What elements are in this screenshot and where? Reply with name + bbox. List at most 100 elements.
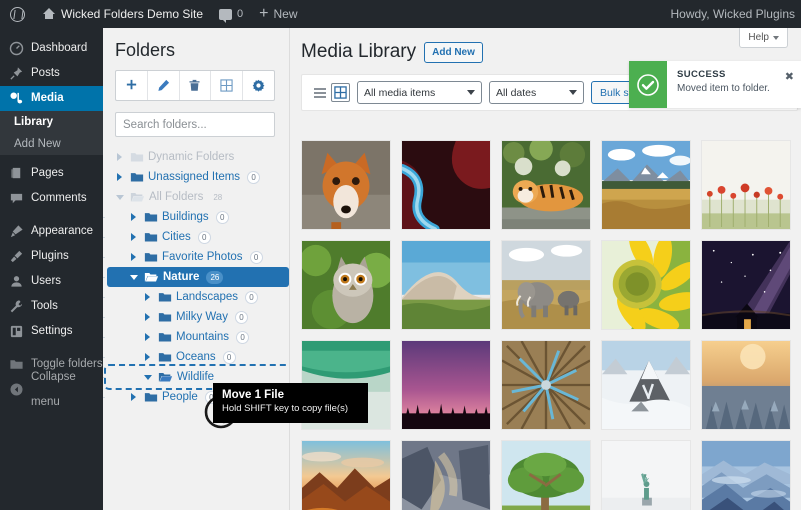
media-item-purple-sunset-photo[interactable] [401,340,491,430]
media-item-big-tree-photo[interactable] [501,440,591,510]
collapse-menu-button[interactable]: Collapse menu [0,371,103,408]
sidebar-item-media-library[interactable]: Library [0,111,103,133]
expand-toggle[interactable] [141,293,154,301]
collapse-toggle[interactable] [127,274,140,280]
media-item-mountain-meadow-photo[interactable] [601,140,691,230]
media-type-filter-select[interactable]: All media items [357,81,482,104]
media-item-milky-way-barn-photo[interactable] [701,240,791,330]
date-filter-select[interactable]: All dates [489,81,584,104]
plus-icon [126,79,137,90]
expand-toggle[interactable] [127,213,140,221]
add-new-media-button[interactable]: Add New [424,41,483,63]
delete-folder-button[interactable] [180,71,212,100]
sidebar-item-settings[interactable]: Settings [0,319,103,344]
expand-toggle[interactable] [113,173,126,181]
media-item-sunflower-photo[interactable] [601,240,691,330]
grid-view-button[interactable] [331,83,350,102]
folder-node-cities[interactable]: Cities 0 [103,227,289,247]
folder-node-nature[interactable]: Nature 26 [103,267,289,287]
media-item-poppy-field-photo[interactable] [701,140,791,230]
media-item-fjord-photo[interactable] [401,440,491,510]
media-item-snow-peak-photo[interactable] [601,340,691,430]
sidebar-label: Dashboard [31,42,88,54]
folder-toggle-icon [9,357,24,372]
media-item-aerial-winter-forest-photo[interactable] [501,340,591,430]
folder-node-all-folders[interactable]: All Folders 28 [107,187,289,207]
open-folder-icon [130,193,145,202]
add-folder-button[interactable] [116,71,148,100]
folder-node-buildings[interactable]: Buildings 0 [103,207,289,227]
organize-folders-button[interactable] [211,71,244,100]
magic-folder-icon [130,153,144,162]
folder-label: Milky Way [176,311,228,323]
expand-toggle[interactable] [127,393,140,401]
howdy-account-menu[interactable]: Howdy, Wicked Plugins [671,7,801,21]
sidebar-sublabel: Library [14,116,53,128]
folder-node-milky-way[interactable]: Milky Way 0 [103,307,289,327]
media-item-elephants-photo[interactable] [501,240,591,330]
media-item-tiger-photo[interactable] [501,140,591,230]
folder-node-oceans[interactable]: Oceans 0 [103,347,289,367]
expand-toggle[interactable] [127,233,140,241]
sidebar-item-media[interactable]: Media [0,86,111,111]
collapse-toggle[interactable] [141,374,154,380]
folder-count-badge: 0 [215,210,229,224]
media-icon [9,91,24,106]
folder-label: Buildings [162,211,209,223]
sidebar-item-media-add-new[interactable]: Add New [0,133,103,155]
success-toast: SUCCESS Moved item to folder. ✖ [629,61,801,108]
media-item-frosted-forest-photo[interactable] [701,340,791,430]
sidebar-item-posts[interactable]: Posts [0,61,103,86]
folder-node-mountains[interactable]: Mountains 0 [103,327,289,347]
sidebar-item-users[interactable]: Users [0,269,103,294]
sidebar-item-appearance[interactable]: Appearance [0,219,103,244]
sidebar-item-tools[interactable]: Tools [0,294,103,319]
folder-count-badge: 0 [249,250,263,264]
list-view-button[interactable] [310,83,329,102]
folder-node-landscapes[interactable]: Landscapes 0 [103,287,289,307]
sidebar-label: Posts [31,67,60,79]
media-item-statue-of-liberty-photo[interactable] [601,440,691,510]
folder-node-unassigned-items[interactable]: Unassigned Items 0 [107,167,289,187]
collapse-menu-label: Collapse menu [31,370,76,408]
media-item-abstract-canyon-photo[interactable] [401,140,491,230]
sidebar-item-pages[interactable]: Pages [0,161,103,186]
folder-icon [144,253,158,262]
media-item-owl-photo[interactable] [301,240,391,330]
expand-toggle[interactable] [141,353,154,361]
new-content-button[interactable]: + New [251,0,305,28]
home-icon [42,8,56,20]
wordpress-logo-button[interactable] [0,0,34,28]
media-item-blue-mountain-layers-photo[interactable] [701,440,791,510]
folder-tree: Dynamic Folders Unassigned Items 0 All F… [103,147,289,407]
media-item-fox-photo[interactable] [301,140,391,230]
sidebar-item-dashboard[interactable]: Dashboard [0,36,103,61]
folder-count-badge: 0 [222,350,236,364]
sidebar-item-plugins[interactable]: Plugins [0,244,103,269]
folder-settings-button[interactable] [243,71,274,100]
expand-toggle[interactable] [127,253,140,261]
expand-toggle[interactable] [141,313,154,321]
folder-icon [158,333,172,342]
help-tab-button[interactable]: Help [739,28,788,48]
folder-node-favorite-photos[interactable]: Favorite Photos 0 [103,247,289,267]
comment-bubble-icon [219,8,233,23]
folder-icon [144,233,158,242]
admin-bar: Wicked Folders Demo Site 0 + New Howdy, … [0,0,801,28]
folder-node-dynamic-folders[interactable]: Dynamic Folders [107,147,289,167]
sidebar-item-comments[interactable]: Comments [0,186,103,211]
comments-button[interactable]: 0 [211,0,251,28]
folder-count-badge: 0 [236,330,250,344]
collapse-toggle[interactable] [113,194,126,200]
search-folders-input[interactable] [115,112,275,137]
media-item-sand-dune-photo[interactable] [401,240,491,330]
site-name-button[interactable]: Wicked Folders Demo Site [34,0,211,28]
tree-connector [103,347,107,367]
expand-toggle[interactable] [141,333,154,341]
close-icon[interactable]: ✖ [785,72,794,83]
edit-folder-button[interactable] [148,71,180,100]
expand-toggle[interactable] [113,153,126,161]
media-item-orange-mountain-sunset-photo[interactable] [301,440,391,510]
wordpress-logo-icon [10,6,25,22]
dashboard-icon [9,41,24,56]
